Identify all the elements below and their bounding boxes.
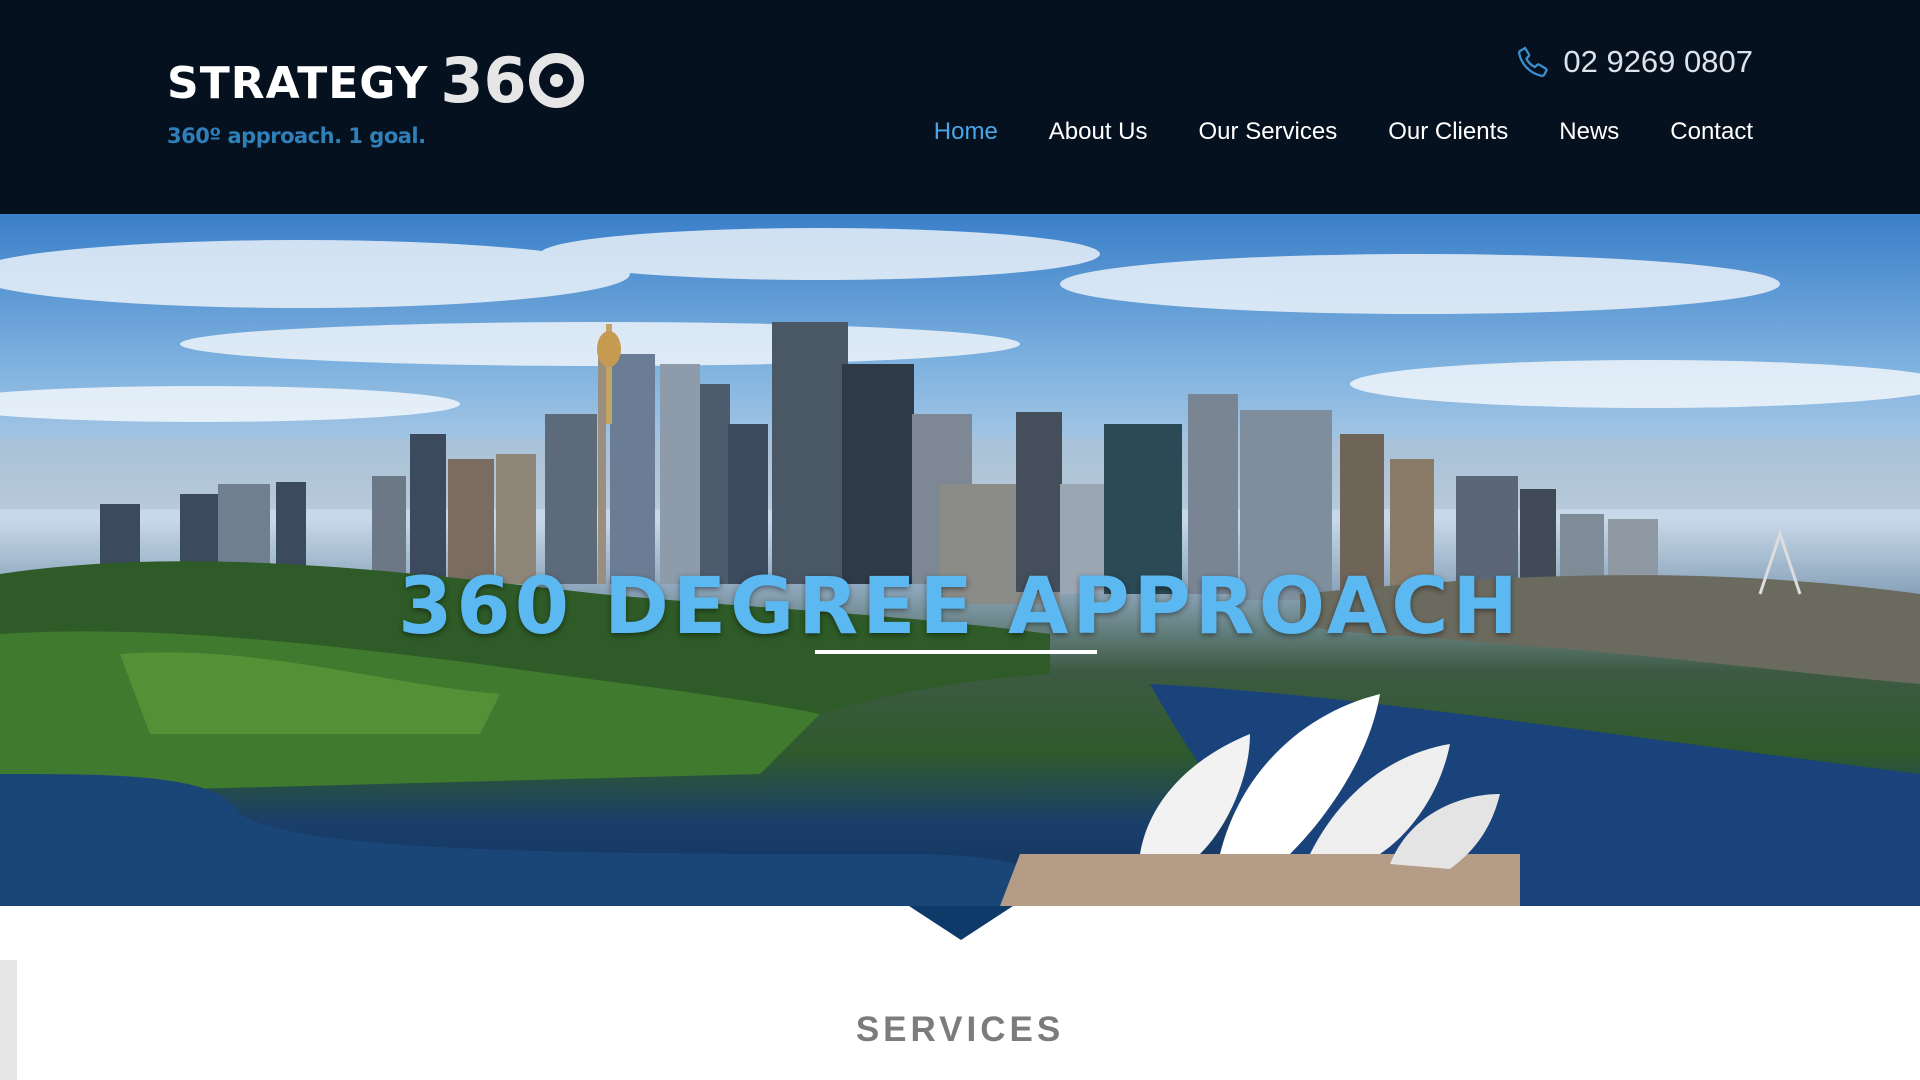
nav-news[interactable]: News [1559,118,1619,146]
nav-about-us[interactable]: About Us [1049,118,1148,146]
hero-notch-arrow [909,906,1013,940]
hero-banner: 360 DEGREE APPROACH [0,214,1920,906]
nav-home[interactable]: Home [934,118,998,146]
hero-skyline-image [0,228,1920,906]
target-icon [528,53,584,108]
services-heading: SERVICES [855,1010,1065,1049]
logo-tagline: 360º approach. 1 goal. [167,124,426,148]
phone-link[interactable]: 02 9269 0807 [1515,44,1753,80]
nav-our-services[interactable]: Our Services [1199,118,1338,146]
hero-title: 360 DEGREE APPROACH [398,562,1522,652]
main-nav: Home About Us Our Services Our Clients N… [934,118,1753,146]
site-header: STRATEGY 36 360º approach. 1 goal. 02 92… [0,0,1920,214]
nav-contact[interactable]: Contact [1670,118,1753,146]
logo-wordmark: STRATEGY 36 [167,50,584,112]
phone-icon [1518,46,1549,77]
hero-divider [815,650,1097,654]
phone-number: 02 9269 0807 [1563,44,1753,79]
site-logo[interactable]: STRATEGY 36 360º approach. 1 goal. [167,50,584,148]
logo-number: 36 [440,44,527,117]
nav-our-clients[interactable]: Our Clients [1388,118,1508,146]
logo-text: STRATEGY [167,58,429,109]
